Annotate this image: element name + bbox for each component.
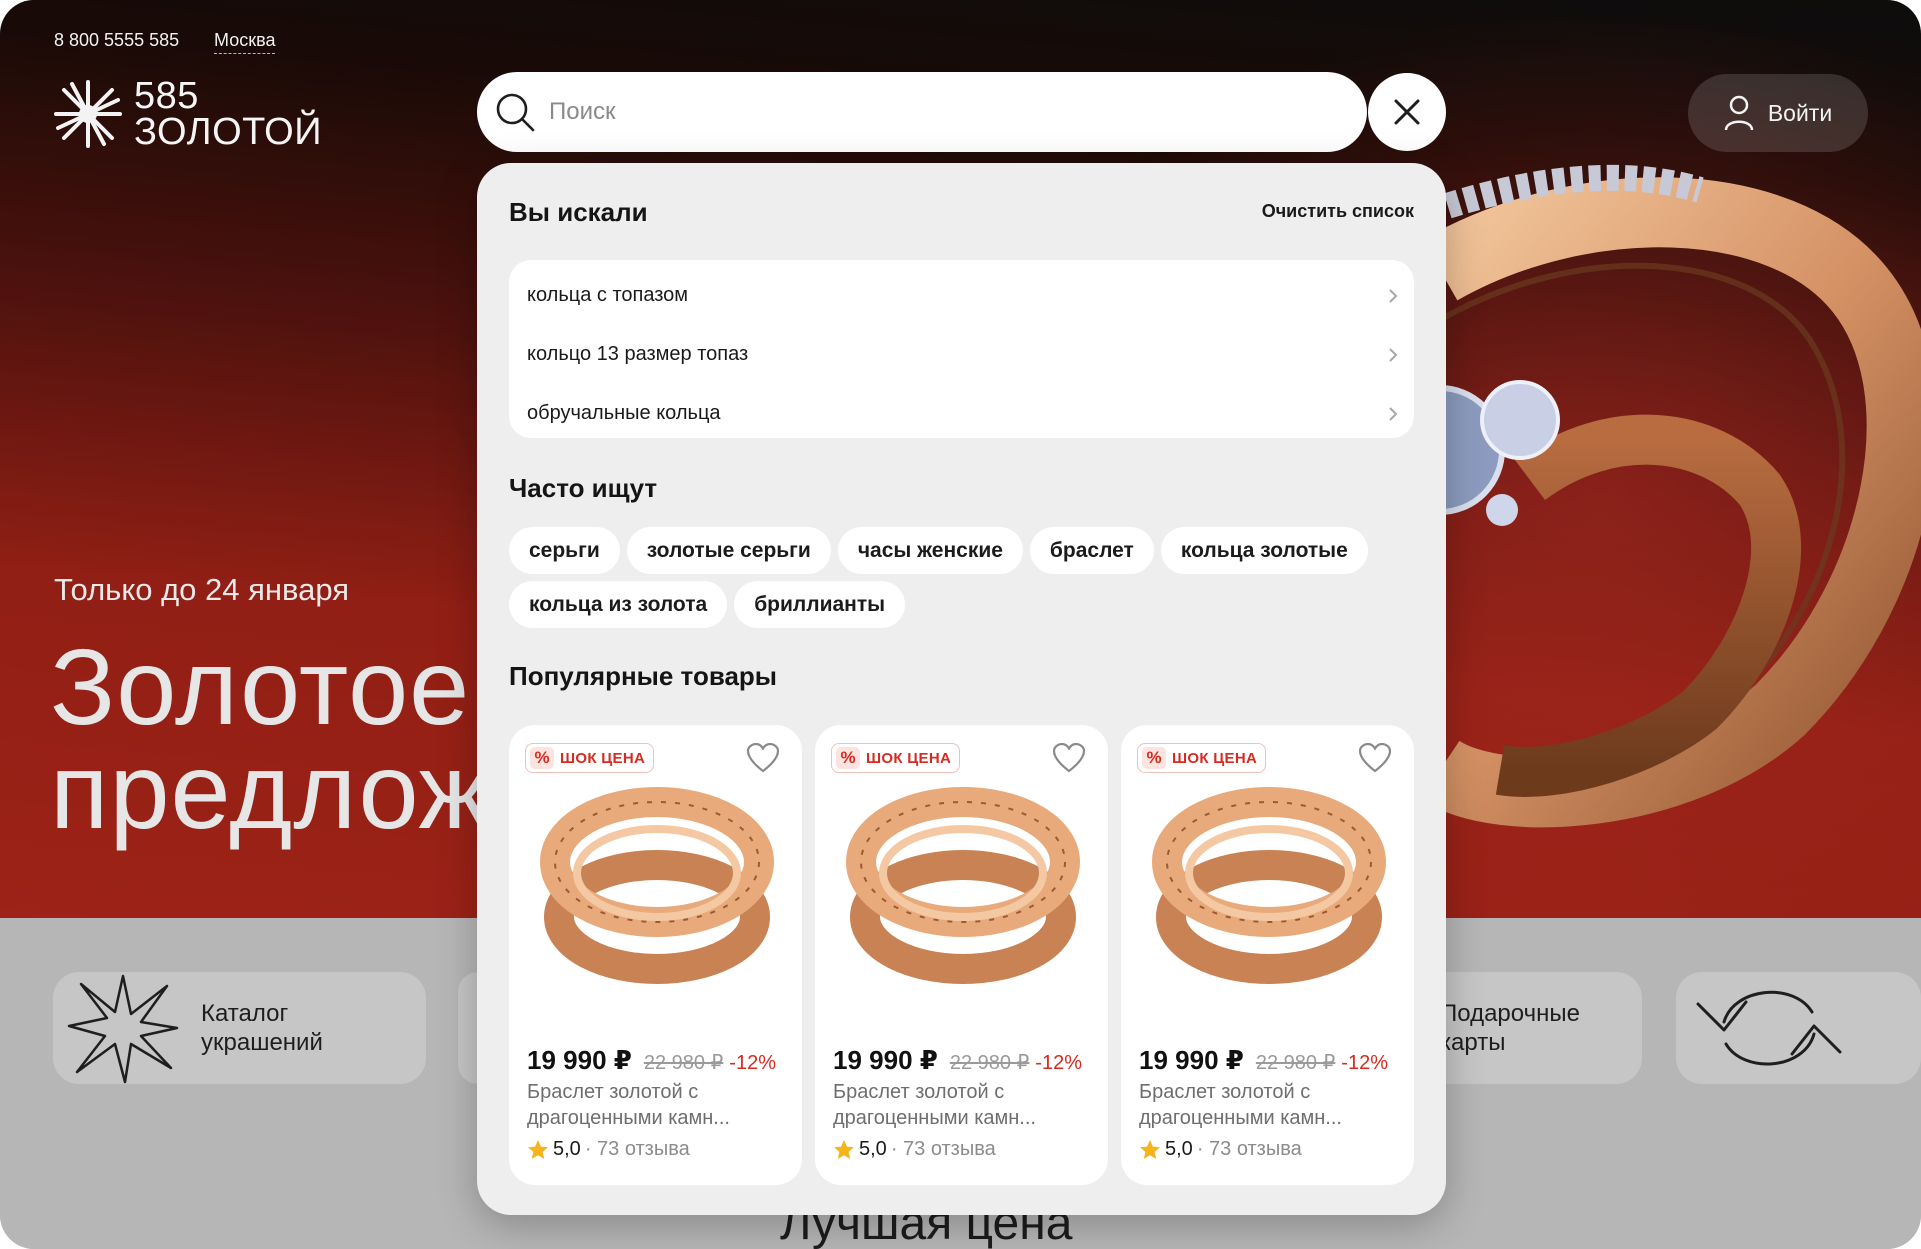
promo-badge-label: ШОК ЦЕНА: [560, 749, 646, 767]
percent-icon: %: [1142, 747, 1166, 769]
rating-row: 5,0 · 73 отзыва: [1139, 1138, 1302, 1161]
starburst-icon: [67, 974, 179, 1084]
login-label: Войти: [1767, 99, 1833, 126]
price-row: 19 990 ₽ 22 980 ₽ -12%: [1139, 1045, 1388, 1076]
star-icon: [834, 1139, 854, 1159]
close-icon: [1394, 99, 1420, 125]
history-item-label: кольцо 13 размер топаз: [527, 343, 749, 365]
star-icon: [1140, 1139, 1160, 1159]
query-chip[interactable]: часы женские: [837, 527, 1023, 574]
history-item-label: обручальные кольца: [527, 402, 721, 424]
catalog-tile[interactable]: Каталог украшений: [53, 972, 426, 1084]
product-ring-image: [1152, 787, 1386, 984]
product-name: Браслет золотой с драгоценными камн...: [527, 1081, 730, 1129]
exchange-tile[interactable]: [1676, 972, 1921, 1084]
query-chip[interactable]: кольца золотые: [1160, 527, 1368, 574]
popular-products-title: Популярные товары: [509, 661, 778, 691]
logo-name: ЗОЛОТОЙ: [134, 111, 323, 153]
reviews-count[interactable]: · 73 отзыва: [585, 1138, 690, 1161]
product-ring-image: [540, 787, 774, 984]
query-chip[interactable]: золотые серьги: [626, 527, 831, 574]
query-chip[interactable]: бриллианты: [734, 581, 906, 628]
price-row: 19 990 ₽ 22 980 ₽ -12%: [833, 1045, 1082, 1076]
login-button[interactable]: Войти: [1688, 74, 1868, 152]
old-price: 22 980 ₽: [949, 1052, 1030, 1074]
product-card[interactable]: % ШОК ЦЕНА 19 990 ₽ 22 980 ₽ -12% Брасле…: [509, 725, 802, 1185]
reviews-count[interactable]: · 73 отзыва: [891, 1138, 996, 1161]
percent-icon: %: [530, 747, 554, 769]
query-chip[interactable]: серьги: [509, 527, 620, 574]
star-icon: [528, 1139, 548, 1159]
product-ring-image: [846, 787, 1080, 984]
history-item[interactable]: кольца с топазом: [509, 266, 1414, 325]
promo-badge-label: ШОК ЦЕНА: [1172, 749, 1258, 767]
promo-badge-label: ШОК ЦЕНА: [866, 749, 952, 767]
user-icon: [1724, 95, 1754, 131]
exchange-arrows-icon: [1696, 990, 1842, 1066]
rating-value: 5,0: [859, 1138, 887, 1160]
price-row: 19 990 ₽ 22 980 ₽ -12%: [527, 1045, 776, 1076]
product-name: Браслет золотой с драгоценными камн...: [833, 1081, 1036, 1129]
search-icon: [496, 93, 535, 132]
promo-title: Золотое предлож: [50, 626, 492, 851]
history-item-label: кольца с топазом: [527, 284, 689, 306]
popular-queries-chips: серьги золотые серьги часы женские брасл…: [509, 527, 1414, 628]
close-search-button[interactable]: [1368, 73, 1446, 151]
reviews-count[interactable]: · 73 отзыва: [1197, 1138, 1302, 1161]
rating-row: 5,0 · 73 отзыва: [833, 1138, 996, 1161]
query-chip[interactable]: браслет: [1029, 527, 1154, 574]
catalog-tile-label: Каталог украшений: [201, 1000, 323, 1056]
phone-number[interactable]: 8 800 5555 585: [54, 30, 179, 51]
rating-value: 5,0: [553, 1138, 581, 1160]
site-logo[interactable]: 585 ЗОЛОТОЙ: [52, 75, 323, 153]
search-dropdown: Вы искали Очистить список кольца с топаз…: [477, 163, 1446, 1215]
chevron-right-icon: [1389, 347, 1398, 362]
query-chip[interactable]: кольца из золота: [509, 581, 728, 628]
price: 19 990 ₽: [833, 1045, 938, 1075]
rating-row: 5,0 · 73 отзыва: [527, 1138, 690, 1161]
product-name: Браслет золотой с драгоценными камн...: [1139, 1081, 1342, 1129]
search-bar[interactable]: [477, 72, 1367, 152]
history-item[interactable]: обручальные кольца: [509, 384, 1414, 443]
chevron-right-icon: [1389, 406, 1398, 421]
discount: -12%: [1035, 1052, 1082, 1074]
discount: -12%: [1341, 1052, 1388, 1074]
promo-date: Только до 24 января: [54, 572, 350, 607]
history-title: Вы искали: [509, 197, 648, 227]
rating-value: 5,0: [1165, 1138, 1193, 1160]
logo-number: 585: [134, 75, 199, 117]
product-card[interactable]: % ШОК ЦЕНА 19 990 ₽ 22 980 ₽ -12% Брасле…: [815, 725, 1108, 1185]
starburst-logo-icon: [54, 80, 122, 148]
price: 19 990 ₽: [1139, 1045, 1244, 1075]
hero-ring-image: [1380, 164, 1921, 828]
history-item[interactable]: кольцо 13 размер топаз: [509, 325, 1414, 384]
chevron-right-icon: [1389, 288, 1398, 303]
popular-products-list: % ШОК ЦЕНА 19 990 ₽ 22 980 ₽ -12% Брасле…: [509, 725, 1414, 1185]
discount: -12%: [729, 1052, 776, 1074]
product-card[interactable]: % ШОК ЦЕНА 19 990 ₽ 22 980 ₽ -12% Брасле…: [1121, 725, 1414, 1185]
old-price: 22 980 ₽: [643, 1052, 724, 1074]
logo-wordmark: 585 ЗОЛОТОЙ: [134, 75, 323, 153]
popular-queries-title: Часто ищут: [509, 473, 658, 503]
history-list: кольца с топазом кольцо 13 размер топаз …: [509, 260, 1414, 438]
gift-cards-tile-label: Подарочные карты: [1440, 1000, 1580, 1056]
clear-history-button[interactable]: Очистить список: [1262, 201, 1414, 222]
price: 19 990 ₽: [527, 1045, 632, 1075]
page-frame: 8 800 5555 585 Москва 585 ЗОЛОТОЙ Войти …: [0, 0, 1921, 1249]
city-selector[interactable]: Москва: [214, 30, 276, 54]
percent-icon: %: [836, 747, 860, 769]
old-price: 22 980 ₽: [1255, 1052, 1336, 1074]
search-input[interactable]: [549, 98, 1309, 126]
